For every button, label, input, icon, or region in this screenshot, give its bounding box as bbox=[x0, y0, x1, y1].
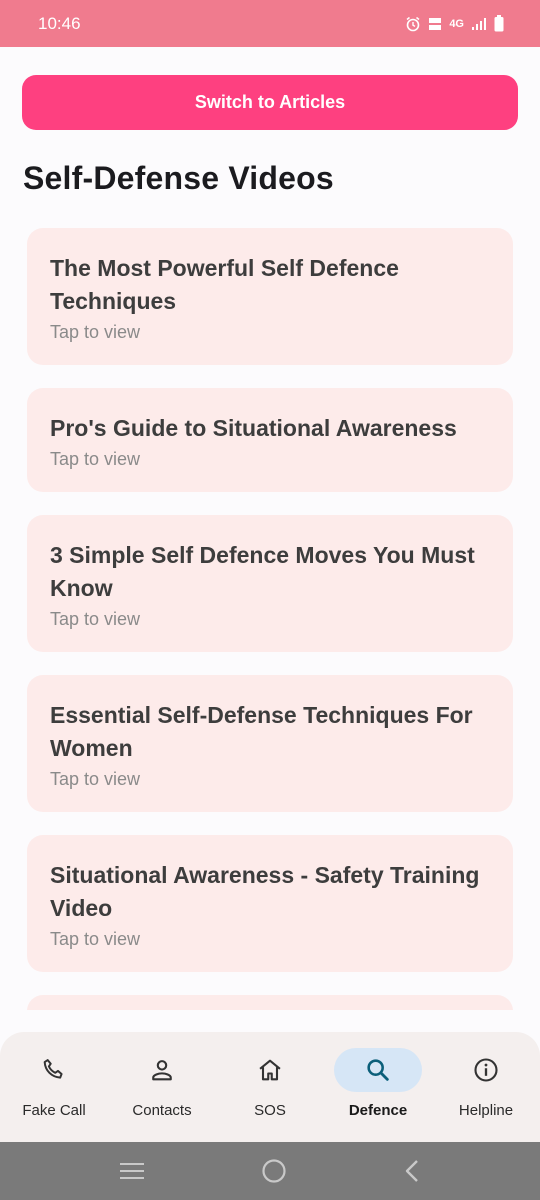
status-time: 10:46 bbox=[38, 13, 81, 33]
bottom-nav: Fake Call Contacts SOS Defence Helpline bbox=[0, 1032, 540, 1142]
nav-item-sos[interactable]: SOS bbox=[216, 1032, 324, 1142]
video-list[interactable]: The Most Powerful Self Defence Technique… bbox=[27, 228, 513, 1010]
search-icon bbox=[367, 1059, 389, 1081]
nav-item-fake-call[interactable]: Fake Call bbox=[0, 1032, 108, 1142]
switch-to-articles-button[interactable]: Switch to Articles bbox=[22, 75, 518, 130]
volte-icon bbox=[429, 17, 442, 30]
video-subtitle: Tap to view bbox=[50, 322, 141, 342]
system-nav-bar bbox=[0, 1142, 540, 1200]
video-subtitle: Tap to view bbox=[50, 769, 141, 789]
battery-icon bbox=[494, 15, 504, 32]
video-card[interactable]: Essential Self-Defense Techniques For Wo… bbox=[27, 675, 513, 812]
back-icon[interactable] bbox=[402, 1158, 422, 1184]
video-subtitle: Tap to view bbox=[50, 609, 141, 629]
status-bar: 10:46 4G bbox=[0, 0, 540, 47]
nav-pill-active bbox=[334, 1048, 422, 1092]
page-title: Self-Defense Videos bbox=[23, 160, 334, 196]
recents-icon[interactable] bbox=[118, 1160, 146, 1182]
phone-icon bbox=[43, 1059, 63, 1079]
video-title: Situational Awareness - Safety Training … bbox=[50, 862, 480, 921]
nav-pill bbox=[10, 1048, 98, 1092]
video-title: 3 Simple Self Defence Moves You Must Kno… bbox=[50, 542, 475, 601]
alarm-icon bbox=[406, 16, 420, 31]
status-icons: 4G bbox=[405, 15, 504, 32]
home-icon bbox=[259, 1059, 281, 1081]
nav-item-helpline[interactable]: Helpline bbox=[432, 1032, 540, 1142]
nav-pill bbox=[118, 1048, 206, 1092]
nav-label: SOS bbox=[254, 1102, 286, 1119]
video-title: The Most Powerful Self Defence Technique… bbox=[50, 255, 399, 314]
person-icon bbox=[152, 1060, 172, 1081]
nav-label: Defence bbox=[348, 1102, 408, 1119]
video-title: Pro's Guide to Situational Awareness bbox=[50, 415, 457, 441]
video-subtitle: Tap to view bbox=[50, 929, 141, 949]
video-card[interactable]: The Most Powerful Self Defence Technique… bbox=[27, 228, 513, 365]
video-title: Essential Self-Defense Techniques For Wo… bbox=[50, 702, 473, 761]
info-icon bbox=[474, 1058, 498, 1082]
signal-icon bbox=[472, 17, 486, 30]
nav-label: Contacts bbox=[132, 1102, 192, 1119]
nav-label: Helpline bbox=[458, 1102, 514, 1119]
video-card[interactable]: Pro's Guide to Situational Awareness Tap… bbox=[27, 388, 513, 492]
video-subtitle: Tap to view bbox=[50, 449, 141, 469]
nav-pill bbox=[442, 1048, 530, 1092]
video-card[interactable]: 3 Simple Self Defence Moves You Must Kno… bbox=[27, 515, 513, 652]
nav-pill bbox=[226, 1048, 314, 1092]
nav-item-defence[interactable]: Defence bbox=[324, 1032, 432, 1142]
nav-label: Fake Call bbox=[22, 1102, 86, 1119]
video-card-partial[interactable] bbox=[27, 995, 513, 1010]
video-card[interactable]: Situational Awareness - Safety Training … bbox=[27, 835, 513, 972]
nav-item-contacts[interactable]: Contacts bbox=[108, 1032, 216, 1142]
network-type-label: 4G bbox=[449, 17, 464, 30]
home-circle-icon[interactable] bbox=[261, 1158, 287, 1184]
